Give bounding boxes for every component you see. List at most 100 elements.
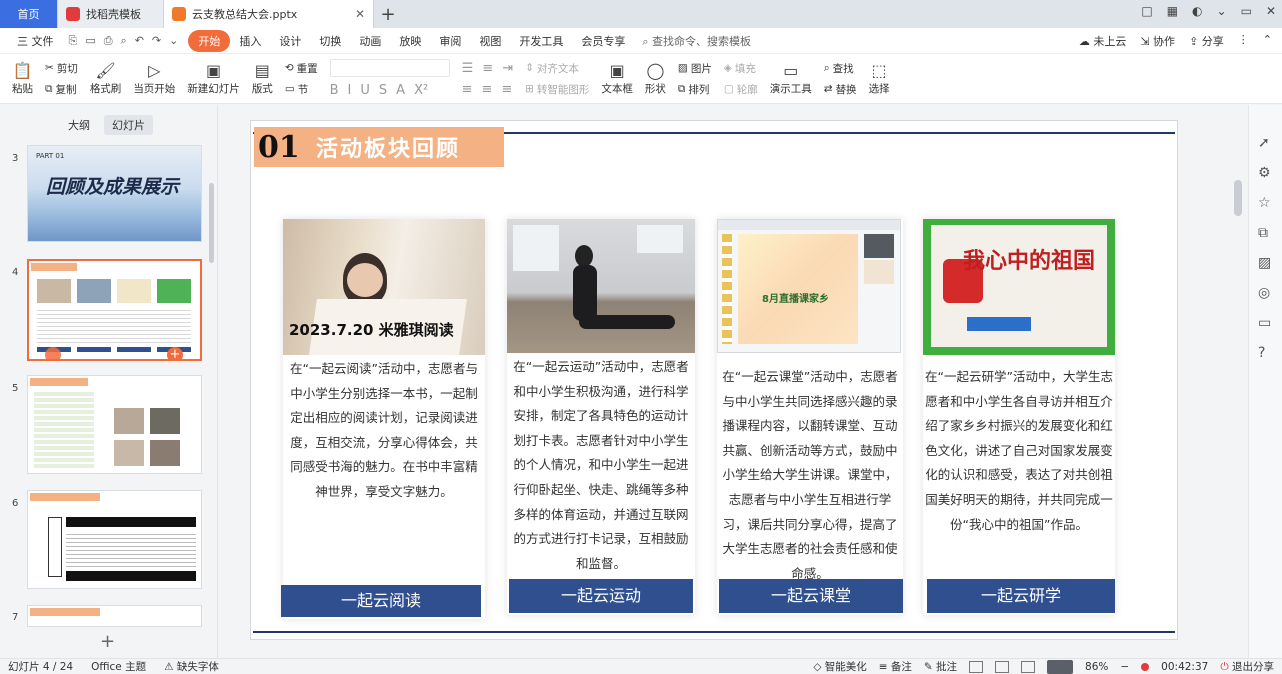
help-icon[interactable]: ?	[1258, 345, 1265, 361]
copy-button[interactable]: ⧉ 复制	[45, 82, 78, 97]
activity-card[interactable]: 我心中的祖国 在“一起云研学”活动中，大学生志愿者和中小学生各自寻访并相互介绍了…	[923, 219, 1115, 615]
menu-design[interactable]: 设计	[270, 33, 310, 49]
format-painter-button[interactable]: 🖌 格式刷	[84, 56, 128, 102]
close-window-icon[interactable]: ✕	[1266, 4, 1276, 18]
underline-icon[interactable]: U	[360, 83, 370, 98]
reset-button[interactable]: ⟲ 重置	[285, 61, 318, 76]
layout-icon[interactable]: □	[1141, 4, 1152, 18]
preview-icon[interactable]: ⌕	[121, 34, 127, 48]
cloud-status[interactable]: ☁ 未上云	[1079, 33, 1127, 49]
copy-icon[interactable]: ⧉	[1258, 225, 1268, 241]
picture-icon[interactable]: ▨	[1258, 255, 1271, 271]
menu-animation[interactable]: 动画	[350, 33, 390, 49]
activity-card[interactable]: 在“一起云运动”活动中，志愿者和中小学生积极沟通，进行科学安排，制定了各具特色的…	[507, 219, 695, 615]
exit-share-button[interactable]: ⏻ 退出分享	[1220, 659, 1274, 674]
arrange-button[interactable]: ⧉ 排列	[678, 82, 712, 97]
menu-home[interactable]: 开始	[188, 29, 231, 52]
align-left-icon[interactable]: ≡	[462, 82, 473, 97]
find-button[interactable]: ⌕ 查找	[824, 61, 857, 76]
panel-scrollbar[interactable]	[209, 183, 214, 263]
menu-developer[interactable]: 开发工具	[510, 33, 572, 49]
bullet-list-icon[interactable]: ☰	[462, 61, 474, 76]
play-slideshow-icon[interactable]	[1047, 659, 1074, 674]
export-icon[interactable]: ▭	[85, 34, 95, 48]
outline-button[interactable]: ▢ 轮廓	[724, 82, 758, 97]
quick-more-icon[interactable]: ⌄	[169, 34, 178, 48]
command-search[interactable]: ⌕ 查找命令、搜索模板	[642, 33, 751, 49]
numbered-list-icon[interactable]: ≡	[482, 61, 493, 76]
menu-chevron-icon[interactable]: ⌄	[1217, 4, 1227, 18]
slide-thumbnail-4[interactable]: +	[27, 259, 202, 361]
section-button[interactable]: ▭ 节	[285, 82, 318, 97]
slide-thumbnail-3[interactable]: PART 01 回顾及成果展示	[27, 145, 202, 242]
font-name-select[interactable]	[329, 59, 450, 77]
menu-member[interactable]: 会员专享	[572, 33, 634, 49]
align-right-icon[interactable]: ≡	[501, 82, 512, 97]
redo-icon[interactable]: ↷	[152, 34, 161, 48]
file-menu[interactable]: 三 文件	[8, 33, 63, 49]
grid-icon[interactable]: ▦	[1167, 4, 1178, 18]
new-tab-button[interactable]: +	[374, 0, 402, 28]
activity-card[interactable]: 8月直播课家乡 在“一起云课堂”活动中，志愿者与中小学生共同选择感兴趣的录播课程…	[717, 219, 903, 615]
missing-font-button[interactable]: ⚠ 缺失字体	[164, 659, 219, 674]
comments-button[interactable]: ✎ 批注	[924, 659, 957, 674]
slide-thumbnail-5[interactable]	[27, 375, 202, 474]
strikethrough-icon[interactable]: S	[379, 83, 387, 98]
location-icon[interactable]: ◎	[1258, 285, 1270, 301]
align-center-icon[interactable]: ≡	[482, 82, 493, 97]
convert-smartart-button[interactable]: ⊞ 转智能图形	[525, 82, 589, 97]
share-button[interactable]: ⇪ 分享	[1189, 33, 1224, 49]
cut-button[interactable]: ✂ 剪切	[45, 61, 78, 76]
paste-button[interactable]: 📋 粘贴	[6, 56, 39, 102]
select-button[interactable]: ⬚ 选择	[863, 56, 896, 102]
tab-template[interactable]: 找稻壳模板	[58, 0, 164, 28]
star-icon[interactable]: ☆	[1258, 195, 1271, 211]
new-slide-button[interactable]: ▣ 新建幻灯片	[181, 56, 246, 102]
print-icon[interactable]: ⎙	[104, 34, 113, 48]
save-icon[interactable]: ⎘	[69, 34, 78, 48]
tab-document[interactable]: 云支教总结大会.pptx ✕	[164, 0, 374, 28]
superscript-icon[interactable]: X²	[414, 83, 428, 98]
book-icon[interactable]: ▭	[1258, 315, 1271, 331]
italic-icon[interactable]: I	[348, 83, 352, 98]
present-tools-button[interactable]: ▭ 演示工具	[764, 56, 818, 102]
tab-outline[interactable]: 大纲	[60, 115, 98, 135]
collaborate-button[interactable]: ⇲ 协作	[1140, 33, 1175, 49]
canvas-scrollbar[interactable]	[1234, 180, 1242, 216]
slide-thumbnail-6[interactable]	[27, 490, 202, 589]
text-box-button[interactable]: ▣ 文本框	[595, 56, 639, 102]
align-text-button[interactable]: ⇕ 对齐文本	[525, 61, 589, 76]
from-current-button[interactable]: ▷ 当页开始	[127, 56, 181, 102]
add-slide-button[interactable]: +	[100, 631, 115, 652]
layout-button[interactable]: ▤ 版式	[246, 56, 279, 102]
more-icon[interactable]: ⋮	[1238, 33, 1249, 49]
indent-icon[interactable]: ⇥	[502, 61, 513, 76]
slide[interactable]: 01 活动板块回顾 2023.7.20 米雅琪阅读 在“一起云阅读”活动中，志愿…	[250, 120, 1178, 640]
zoom-out-icon[interactable]: −	[1120, 661, 1129, 673]
notes-button[interactable]: ≡ 备注	[879, 659, 912, 674]
tab-home[interactable]: 首页	[0, 0, 58, 28]
slide-title-block[interactable]: 01 活动板块回顾	[254, 127, 504, 167]
zoom-level[interactable]: 86%	[1085, 661, 1108, 673]
slide-sorter-icon[interactable]	[995, 660, 1010, 673]
rocket-icon[interactable]: ➚	[1258, 135, 1270, 151]
reading-view-icon[interactable]	[1021, 660, 1036, 673]
normal-view-icon[interactable]	[969, 660, 984, 673]
restore-icon[interactable]: ▭	[1241, 4, 1252, 18]
settings-sliders-icon[interactable]: ⚙	[1258, 165, 1271, 181]
smart-beautify-button[interactable]: ◇ 智能美化	[813, 659, 866, 674]
undo-icon[interactable]: ↶	[135, 34, 144, 48]
picture-button[interactable]: ▨ 图片	[678, 61, 712, 76]
bold-icon[interactable]: B	[330, 83, 339, 98]
collapse-ribbon-icon[interactable]: ⌃	[1263, 33, 1272, 49]
font-color-icon[interactable]: A	[396, 83, 405, 98]
activity-card[interactable]: 2023.7.20 米雅琪阅读 在“一起云阅读”活动中，志愿者与中小学生分别选择…	[281, 219, 485, 619]
add-slide-icon[interactable]: +	[167, 347, 183, 359]
menu-view[interactable]: 视图	[470, 33, 510, 49]
menu-review[interactable]: 审阅	[430, 33, 470, 49]
tab-slides[interactable]: 幻灯片	[104, 115, 153, 135]
shape-button[interactable]: ◯ 形状	[639, 56, 672, 102]
slide-thumbnail-7[interactable]	[27, 605, 202, 627]
replace-button[interactable]: ⇄ 替换	[824, 82, 857, 97]
fill-button[interactable]: ◈ 填充	[724, 61, 758, 76]
